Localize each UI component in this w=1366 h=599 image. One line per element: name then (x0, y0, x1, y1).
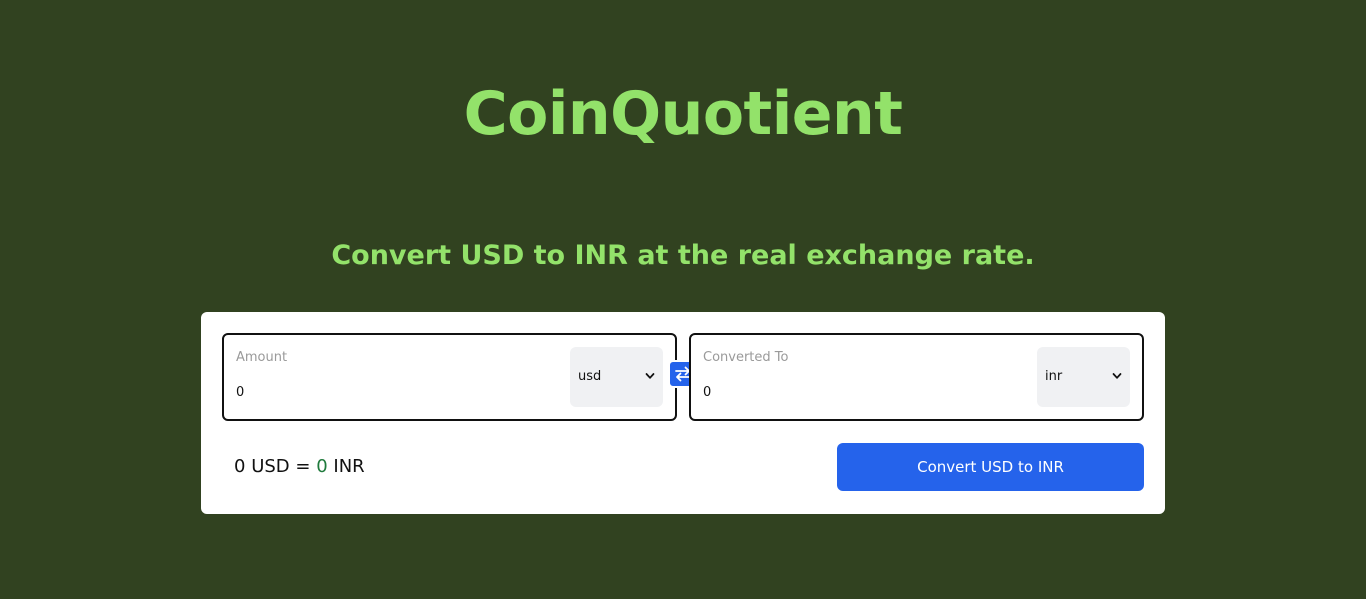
result-converted-value: 0 (316, 456, 328, 477)
converted-field-box: Converted To inr (689, 333, 1144, 421)
to-currency-value: inr (1045, 369, 1063, 384)
app-title: CoinQuotient (463, 79, 903, 149)
amount-field-box: Amount usd (222, 333, 677, 421)
from-currency-select[interactable]: usd (570, 347, 663, 407)
chevron-down-icon (1112, 373, 1122, 379)
result-from-code: USD (251, 456, 290, 477)
page-subtitle: Convert USD to INR at the real exchange … (331, 240, 1035, 271)
from-currency-value: usd (578, 369, 602, 384)
conversion-result: 0 USD = 0 INR (234, 456, 365, 477)
convert-button[interactable]: Convert USD to INR (837, 443, 1144, 491)
result-to-code: INR (333, 456, 365, 477)
amount-input[interactable] (236, 382, 536, 402)
converted-input[interactable] (703, 382, 1003, 402)
amount-label: Amount (236, 350, 288, 365)
converter-card: Amount usd Converted To inr 0 USD = 0 IN… (201, 312, 1165, 514)
result-equals: = (295, 456, 311, 477)
to-currency-select[interactable]: inr (1037, 347, 1130, 407)
chevron-down-icon (645, 373, 655, 379)
converted-to-label: Converted To (703, 350, 789, 365)
result-amount: 0 (234, 456, 246, 477)
